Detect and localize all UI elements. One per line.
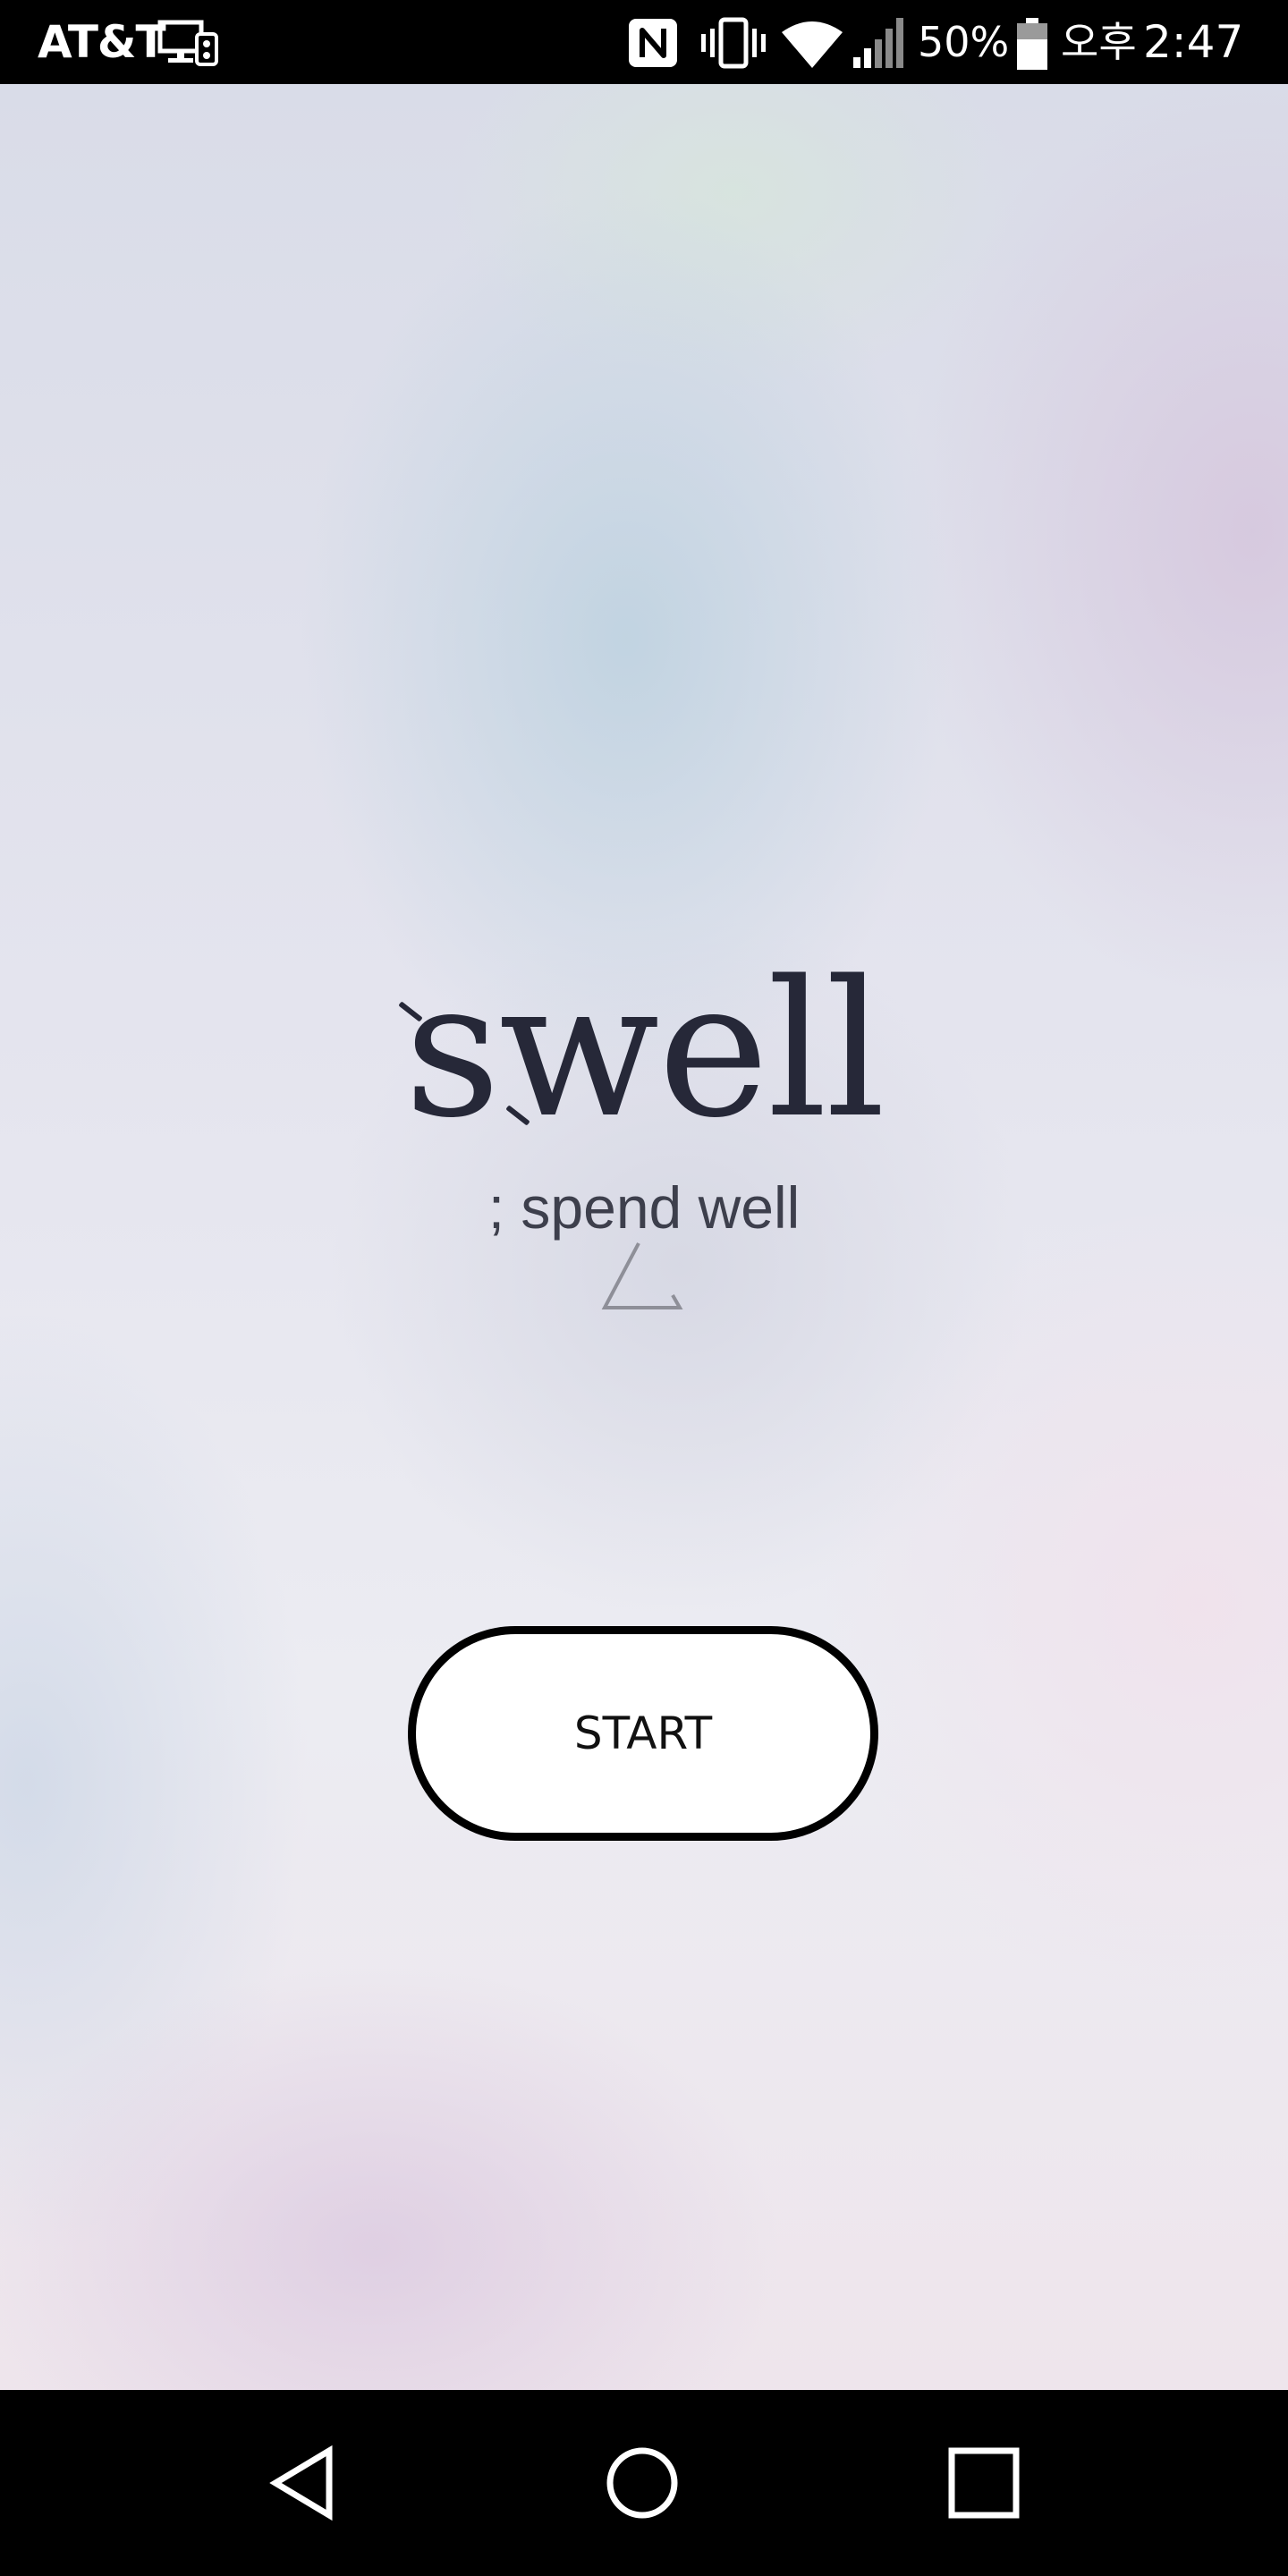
status-bar: AT&T 50% 오후 2:47 xyxy=(0,0,1288,84)
wifi-icon xyxy=(782,21,843,68)
triangle-icon xyxy=(601,1242,683,1309)
clock: 2:47 xyxy=(1143,16,1244,68)
navigation-bar xyxy=(0,2390,1288,2576)
am-pm-indicator: 오후 xyxy=(1061,18,1137,66)
recents-icon[interactable] xyxy=(946,2445,1021,2521)
app-tagline: ; spend well xyxy=(487,1174,801,1241)
cell-signal-icon xyxy=(853,18,903,68)
back-icon[interactable] xyxy=(267,2444,342,2522)
screen-cast-icon xyxy=(157,20,218,66)
vibrate-icon xyxy=(701,17,766,69)
nfc-icon xyxy=(629,19,677,67)
battery-percent: 50% xyxy=(918,18,1010,66)
carrier-name: AT&T xyxy=(38,16,166,68)
app-logo: swell xyxy=(403,940,886,1159)
splash-screen: swell ; spend well START xyxy=(0,84,1288,2390)
start-button[interactable]: START xyxy=(408,1626,878,1841)
battery-icon xyxy=(1017,18,1047,70)
home-icon[interactable] xyxy=(605,2445,680,2521)
